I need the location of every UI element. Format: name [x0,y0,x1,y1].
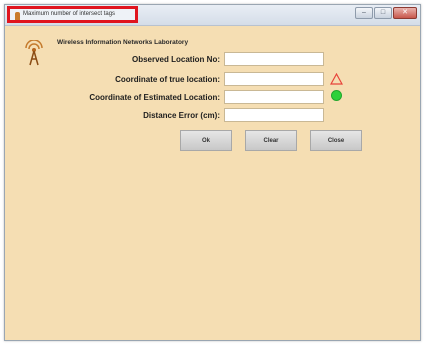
title-bar[interactable]: Maximum number of intersect tags – □ ✕ [5,5,420,26]
estimated-location-input[interactable] [224,90,324,104]
lab-name: Wireless Information Networks Laboratory [57,39,189,46]
minimize-button[interactable]: – [355,7,373,19]
window-title: Maximum number of intersect tags [23,11,116,17]
green-dot-icon [331,90,342,101]
observed-location-label: Observed Location No: [131,55,220,64]
ok-button[interactable]: Ok [180,130,232,151]
warning-triangle-icon [330,73,343,85]
distance-error-label: Distance Error (cm): [143,111,220,120]
observed-location-input[interactable] [224,52,324,66]
true-location-input[interactable] [224,72,324,86]
close-window-button[interactable]: ✕ [393,7,417,19]
distance-error-input[interactable] [224,108,324,122]
maximize-button[interactable]: □ [374,7,392,19]
title-highlight-box: Maximum number of intersect tags [7,6,138,23]
true-location-label: Coordinate of true location: [115,75,220,84]
app-icon [15,12,20,20]
window-controls: – □ ✕ [354,7,417,21]
close-button[interactable]: Close [310,130,362,151]
clear-button[interactable]: Clear [245,130,297,151]
client-area: Wireless Information Networks Laboratory… [5,26,420,340]
app-window: Maximum number of intersect tags – □ ✕ W… [4,4,421,341]
estimated-location-label: Coordinate of Estimated Location: [89,93,220,102]
